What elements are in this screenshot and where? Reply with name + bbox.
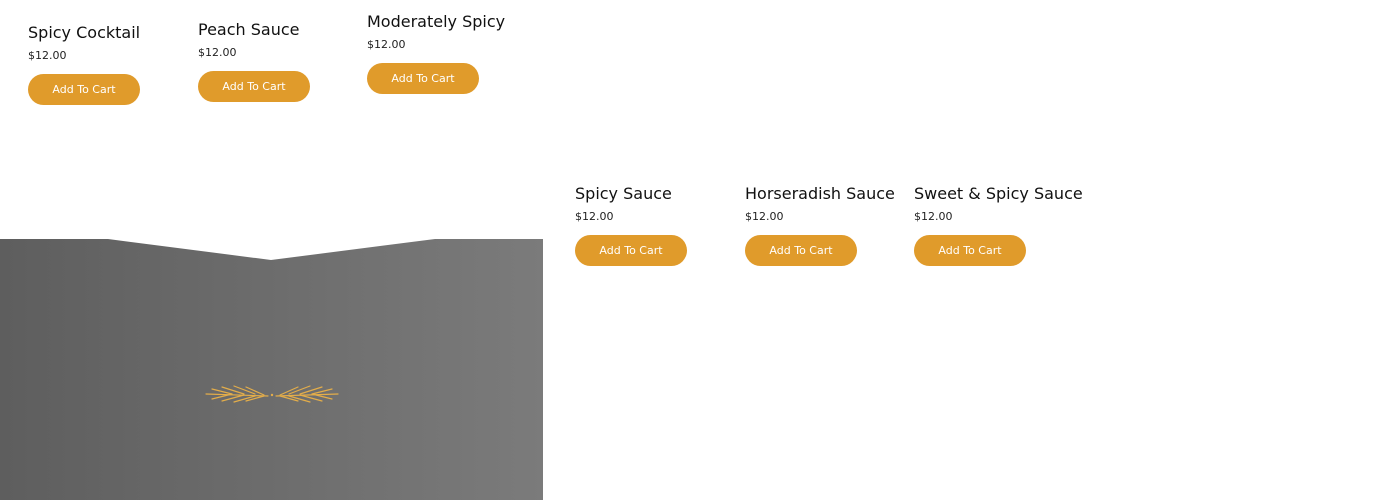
product-price: $12.00	[198, 46, 237, 59]
add-to-cart-button[interactable]: Add To Cart	[914, 235, 1026, 266]
product-name[interactable]: Spicy Sauce	[575, 184, 745, 204]
product-price: $12.00	[914, 210, 953, 223]
product-card: Peach Sauce $12.00 Add To Cart	[198, 20, 368, 102]
decorative-banner	[0, 239, 543, 500]
product-name[interactable]: Spicy Cocktail	[28, 23, 198, 43]
add-to-cart-button[interactable]: Add To Cart	[367, 63, 479, 94]
product-card: Sweet & Spicy Sauce $12.00 Add To Cart	[914, 184, 1084, 266]
product-name[interactable]: Sweet & Spicy Sauce	[914, 184, 1084, 204]
product-card: Moderately Spicy $12.00 Add To Cart	[367, 12, 537, 94]
product-price: $12.00	[745, 210, 784, 223]
add-to-cart-button[interactable]: Add To Cart	[575, 235, 687, 266]
add-to-cart-button[interactable]: Add To Cart	[745, 235, 857, 266]
product-card: Spicy Sauce $12.00 Add To Cart	[575, 184, 745, 266]
product-price: $12.00	[367, 38, 406, 51]
product-name[interactable]: Peach Sauce	[198, 20, 368, 40]
banner-shape	[0, 239, 543, 500]
product-card: Horseradish Sauce $12.00 Add To Cart	[745, 184, 915, 266]
product-price: $12.00	[575, 210, 614, 223]
add-to-cart-button[interactable]: Add To Cart	[28, 74, 140, 105]
product-price: $12.00	[28, 49, 67, 62]
product-card: Spicy Cocktail $12.00 Add To Cart	[28, 23, 198, 105]
product-name[interactable]: Horseradish Sauce	[745, 184, 915, 204]
add-to-cart-button[interactable]: Add To Cart	[198, 71, 310, 102]
banner-graphic	[0, 239, 543, 500]
product-name[interactable]: Moderately Spicy	[367, 12, 537, 32]
